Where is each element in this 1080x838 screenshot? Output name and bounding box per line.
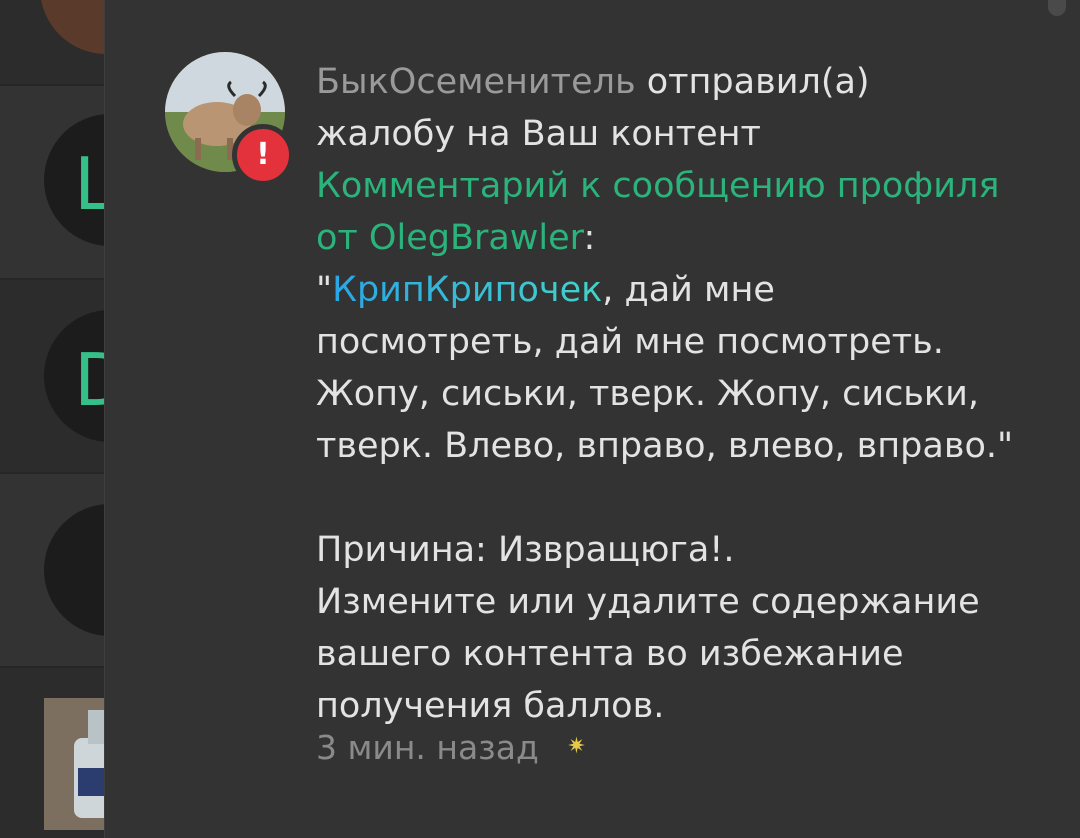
bottle-photo (44, 698, 106, 830)
advice-line1: Измените или удалите содержание (316, 582, 980, 622)
background-list: L D (0, 0, 106, 838)
advice-line3: получения баллов. (316, 686, 665, 726)
list-item[interactable] (0, 0, 106, 84)
list-item[interactable]: L (0, 86, 106, 278)
star-icon: ✷ (567, 734, 586, 759)
quote-line2: посмотреть, дай мне посмотреть. (316, 322, 944, 362)
quote-line3: Жопу, сиськи, тверк. Жопу, сиськи, (316, 374, 979, 414)
author-name[interactable]: БыкОсеменитель (316, 62, 636, 102)
avatar: L (44, 114, 106, 246)
user-mention[interactable]: КрипКрипочек (332, 270, 602, 310)
advice-line2: вашего контента во избежание (316, 634, 904, 674)
quote-line1-rest: , дай мне (602, 270, 775, 310)
avatar (40, 0, 106, 54)
content-link-line2-row: от OlegBrawler: (316, 212, 1056, 264)
avatar (44, 504, 106, 636)
content-link-line2[interactable]: от OlegBrawler (316, 218, 583, 258)
notification-text: БыкОсеменитель отправил(а) жалобу на Ваш… (316, 56, 1056, 732)
list-item[interactable] (0, 474, 106, 666)
alert-icon: ! (232, 124, 294, 186)
avatar: D (44, 310, 106, 442)
quote-open: " (316, 270, 333, 310)
action-text: отправил(а) (635, 62, 870, 102)
quote-line4: тверк. Влево, вправо, влево, вправо." (316, 426, 1014, 466)
list-item[interactable] (0, 668, 106, 838)
content-link-line1[interactable]: Комментарий к сообщению профиля (316, 160, 1056, 212)
avatar-letter: D (74, 338, 106, 422)
avatar-letter: L (74, 142, 106, 226)
timestamp-row: 3 мин. назад ✷ (316, 728, 586, 767)
header-line: БыкОсеменитель отправил(а) (316, 56, 1056, 108)
colon: : (583, 218, 596, 258)
action-text-line2: жалобу на Ваш контент (316, 114, 761, 154)
list-item[interactable]: D (0, 280, 106, 472)
reason-line: Причина: Извращюга!. (316, 530, 735, 570)
quote-line1: "КрипКрипочек, дай мне (316, 264, 1056, 316)
avatar (44, 698, 106, 830)
timestamp: 3 мин. назад (316, 728, 539, 767)
